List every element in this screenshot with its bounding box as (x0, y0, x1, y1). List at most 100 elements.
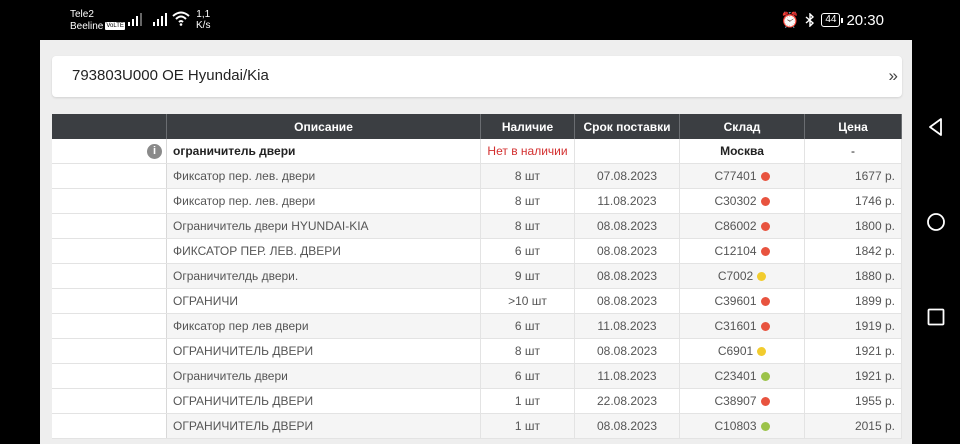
row-quantity-text: 8 шт (514, 169, 541, 183)
row-price-text: 2015 р. (854, 419, 895, 433)
row-warehouse: C6901 (680, 339, 805, 363)
table-row[interactable]: Фиксатор пер. лев. двери 8 шт 07.08.2023 C7… (52, 164, 902, 189)
row-price-text: 1955 р. (854, 394, 895, 408)
row-description: Ограничитель двери (167, 364, 481, 388)
table-row[interactable]: ОГРАНИЧИТЕЛЬ ДВЕРИ 1 шт 22.08.2023 C38907 19… (52, 389, 902, 414)
table-row[interactable]: Фиксатор пер. лев. двери 8 шт 11.08.2023 C3… (52, 189, 902, 214)
row-quantity-text: 6 шт (514, 244, 541, 258)
row-warehouse-text: C10803 (714, 419, 757, 433)
header-warehouse[interactable]: Склад (680, 114, 805, 139)
header-availability[interactable]: Наличие (481, 114, 575, 139)
stock-status-dot (760, 296, 770, 306)
network-speed: 1,1 K/s (196, 9, 210, 31)
home-icon[interactable] (926, 212, 946, 232)
row-spacer (52, 239, 167, 263)
info-icon[interactable]: i (147, 143, 162, 159)
row-delivery-date: 08.08.2023 (575, 214, 680, 238)
row-quantity: >10 шт (481, 289, 575, 313)
table-row[interactable]: Ограничитель двери HYUNDAI-KIA 8 шт 08.08.… (52, 214, 902, 239)
row-quantity: 1 шт (481, 389, 575, 413)
row-description-text: ФИКСАТОР ПЕР. ЛЕВ. ДВЕРИ (173, 244, 341, 258)
table-row[interactable]: Фиксатор пер лев двери 6 шт 11.08.2023 C316… (52, 314, 902, 339)
stock-status-dot (760, 246, 770, 256)
table-row[interactable]: ФИКСАТОР ПЕР. ЛЕВ. ДВЕРИ 6 шт 08.08.2023 C1… (52, 239, 902, 264)
row-price: 1919 р. (805, 314, 902, 338)
main-availability: Нет в наличии (481, 139, 575, 163)
header-delivery[interactable]: Срок поставки (575, 114, 680, 139)
recents-icon[interactable] (926, 307, 946, 327)
carrier-1: Tele2 (70, 9, 94, 20)
row-price: 1677 р. (805, 164, 902, 188)
main-price: - (805, 139, 902, 163)
row-description-text: Фиксатор пер. лев. двери (173, 194, 316, 208)
row-description-text: ОГРАНИЧИТЕЛЬ ДВЕРИ (173, 394, 314, 408)
main-delivery (575, 139, 680, 163)
row-warehouse-text: C38907 (714, 394, 757, 408)
row-spacer (52, 339, 167, 363)
row-delivery-date: 08.08.2023 (575, 414, 680, 438)
navigation-bar (912, 0, 960, 444)
double-chevron-right-icon[interactable]: » (889, 66, 898, 86)
row-price-text: 1880 р. (854, 269, 895, 283)
row-description-text: Ограничитель двери HYUNDAI-KIA (173, 219, 369, 233)
row-spacer (52, 164, 167, 188)
row-spacer (52, 214, 167, 238)
row-price-text: 1800 р. (854, 219, 895, 233)
row-description: ОГРАНИЧИ (167, 289, 481, 313)
row-price: 2015 р. (805, 414, 902, 438)
row-delivery-date-text: 08.08.2023 (596, 344, 658, 358)
row-spacer (52, 364, 167, 388)
web-page: 793803U000 OE Hyundai/Kia » Описание Нал… (40, 40, 912, 444)
row-description-text: ОГРАНИЧИ (173, 294, 238, 308)
row-warehouse-text: C7002 (717, 269, 754, 283)
row-warehouse: C7002 (680, 264, 805, 288)
wifi-icon (172, 11, 190, 26)
main-warehouse: Москва (680, 139, 805, 163)
row-warehouse-text: C31601 (714, 319, 757, 333)
table-row[interactable]: ОГРАНИЧИТЕЛЬ ДВЕРИ 1 шт 08.08.2023 C10803 20… (52, 414, 902, 439)
row-price: 1955 р. (805, 389, 902, 413)
signal-icon (128, 13, 142, 26)
row-delivery-date: 11.08.2023 (575, 364, 680, 388)
offers-table: Описание Наличие Срок поставки Склад Цен… (52, 114, 902, 439)
row-warehouse: C23401 (680, 364, 805, 388)
table-row[interactable]: Ограничителдь двери. 9 шт 08.08.2023 C7002 1… (52, 264, 902, 289)
row-price-text: 1746 р. (854, 194, 895, 208)
row-price: 1899 р. (805, 289, 902, 313)
stock-status-dot (760, 171, 770, 181)
row-price-text: 1921 р. (854, 369, 895, 383)
bluetooth-icon (805, 13, 815, 27)
status-bar: Tele2 Beeline VoLTE 1,1 K/s ⏰ 44 20:30 (0, 0, 912, 40)
row-description: ОГРАНИЧИТЕЛЬ ДВЕРИ (167, 339, 481, 363)
header-price[interactable]: Цена (805, 114, 902, 139)
row-warehouse-text: C30302 (714, 194, 757, 208)
row-description: ОГРАНИЧИТЕЛЬ ДВЕРИ (167, 414, 481, 438)
row-quantity: 1 шт (481, 414, 575, 438)
table-row[interactable]: ОГРАНИЧИТЕЛЬ ДВЕРИ 8 шт 08.08.2023 C6901 192… (52, 339, 902, 364)
row-warehouse: C30302 (680, 189, 805, 213)
row-quantity-text: 1 шт (514, 419, 541, 433)
row-warehouse: C77401 (680, 164, 805, 188)
table-row[interactable]: ОГРАНИЧИ >10 шт 08.08.2023 C39601 1899 р. (52, 289, 902, 314)
row-delivery-date: 11.08.2023 (575, 189, 680, 213)
header-description[interactable]: Описание (167, 114, 481, 139)
row-quantity: 6 шт (481, 239, 575, 263)
row-quantity: 9 шт (481, 264, 575, 288)
table-header: Описание Наличие Срок поставки Склад Цен… (52, 114, 902, 139)
row-warehouse-text: C12104 (714, 244, 757, 258)
stock-status-dot (757, 271, 767, 281)
row-warehouse: C31601 (680, 314, 805, 338)
row-spacer (52, 189, 167, 213)
row-description: ОГРАНИЧИТЕЛЬ ДВЕРИ (167, 389, 481, 413)
row-price-text: 1677 р. (854, 169, 895, 183)
row-delivery-date: 11.08.2023 (575, 314, 680, 338)
row-delivery-date-text: 07.08.2023 (596, 169, 658, 183)
table-row[interactable]: Ограничитель двери 6 шт 11.08.2023 C23401 19… (52, 364, 902, 389)
clock: 20:30 (846, 11, 884, 29)
row-delivery-date-text: 08.08.2023 (596, 419, 658, 433)
row-description-text: Фиксатор пер лев двери (173, 319, 309, 333)
row-price-text: 1899 р. (854, 294, 895, 308)
stock-status-dot (760, 196, 770, 206)
row-description: Фиксатор пер. лев. двери (167, 164, 481, 188)
back-icon[interactable] (926, 117, 946, 137)
